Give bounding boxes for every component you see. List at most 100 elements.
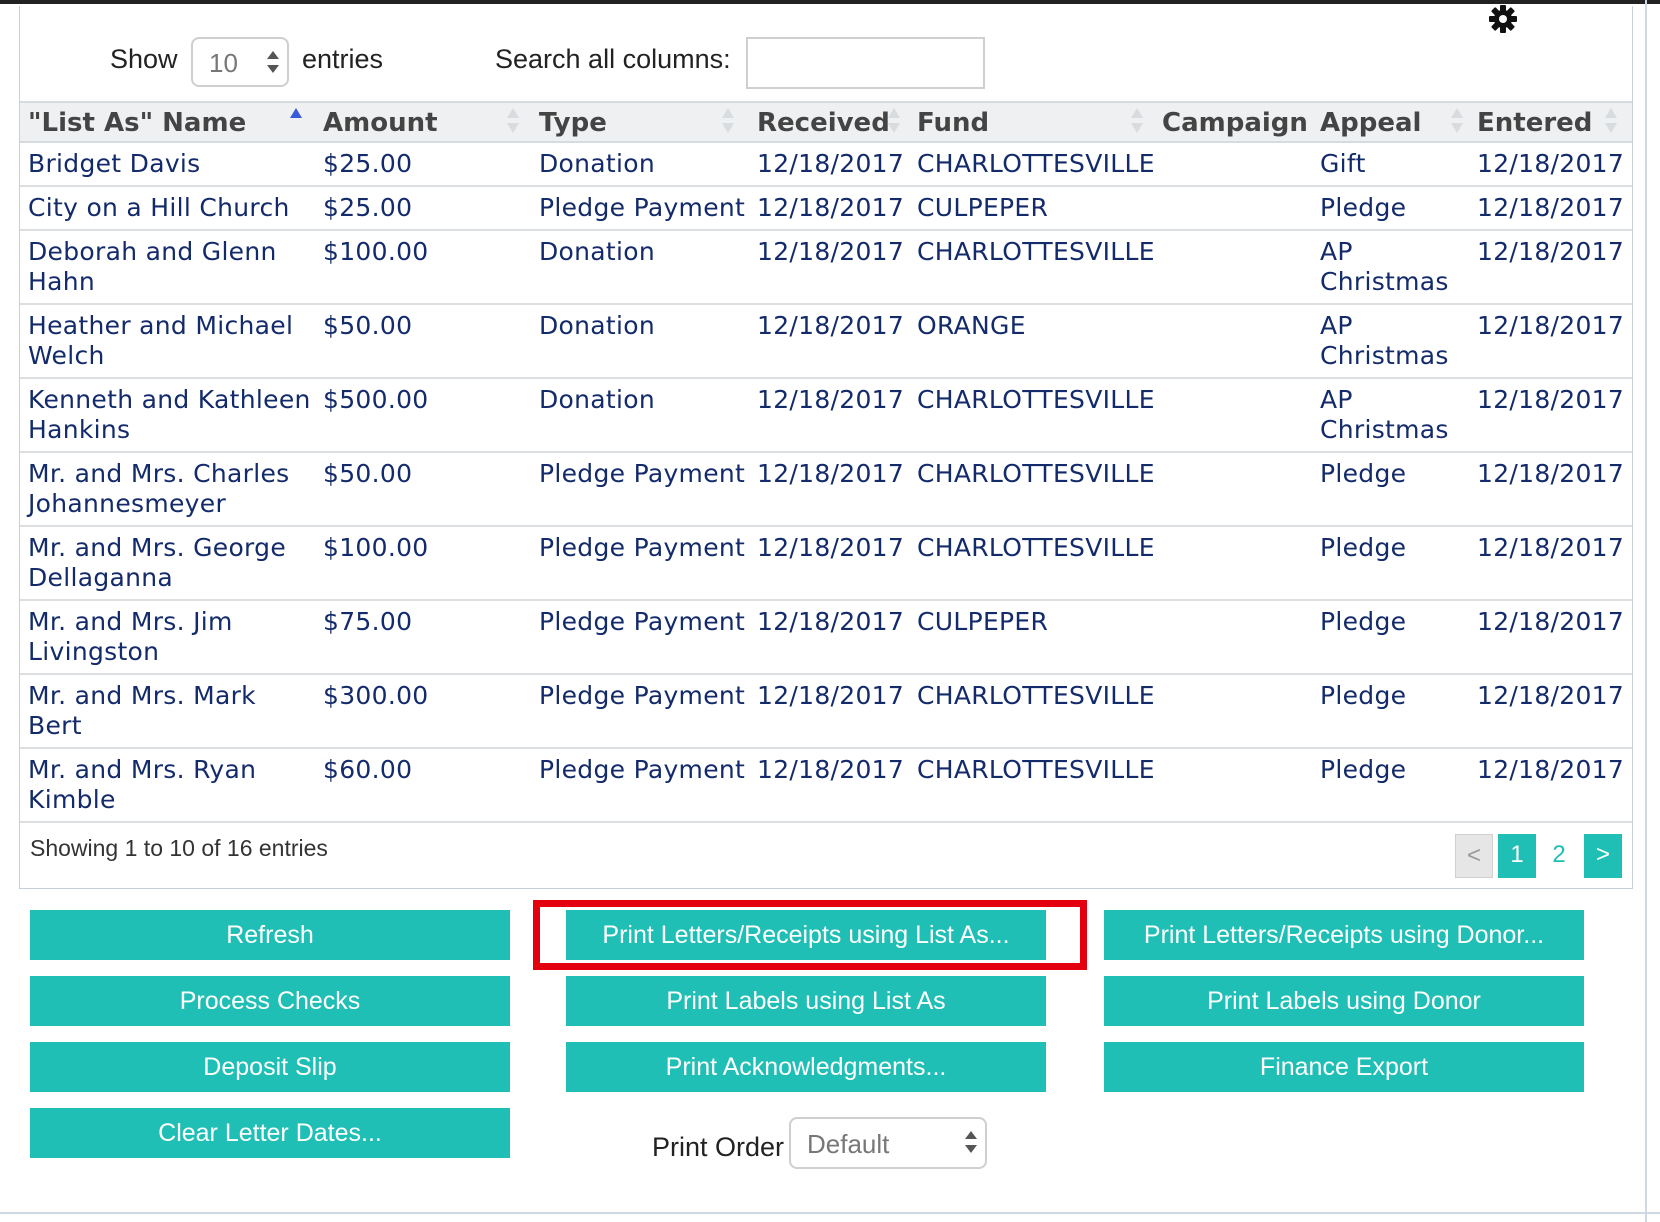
sort-icon[interactable] — [1605, 108, 1617, 136]
cell-received: 12/18/2017 — [757, 607, 905, 636]
cell-name[interactable]: Mr. and Mrs. Ryan — [28, 755, 256, 785]
cell-received: 12/18/2017 — [757, 533, 905, 562]
table-row[interactable]: Mr. and Mrs. Ryan Kimble $60.00 Pledge Paym… — [20, 749, 1632, 823]
cell-type: Pledge Payment — [539, 459, 746, 488]
cell-entered: 12/18/2017 — [1477, 149, 1625, 178]
clear-letter-dates-button[interactable]: Clear Letter Dates... — [30, 1108, 510, 1158]
print-order-select[interactable]: Default — [789, 1117, 987, 1169]
table-row[interactable]: Deborah and Glenn Hahn $100.00 Donation 12/1… — [20, 231, 1632, 305]
column-amount-header[interactable]: Amount — [323, 108, 438, 138]
sort-icon[interactable] — [290, 108, 302, 136]
cell-type: Donation — [539, 311, 655, 340]
sort-icon[interactable] — [1131, 108, 1143, 136]
cell-name[interactable]: Mr. and Mrs. Charles — [28, 459, 289, 489]
cell-amount: $25.00 — [323, 149, 413, 178]
pagination-page-1[interactable]: 1 — [1498, 834, 1536, 878]
column-type-header[interactable]: Type — [539, 108, 607, 138]
cell-entered: 12/18/2017 — [1477, 681, 1625, 710]
sort-icon[interactable] — [507, 108, 519, 136]
cell-type: Pledge Payment — [539, 755, 746, 784]
page-length-select[interactable]: 10 — [191, 37, 289, 87]
cell-name[interactable]: Kenneth and Kathleen — [28, 385, 311, 415]
table-row[interactable]: Mr. and Mrs. Charles Johannesmeyer $50.00 P… — [20, 453, 1632, 527]
cell-received: 12/18/2017 — [757, 681, 905, 710]
finance-export-button[interactable]: Finance Export — [1104, 1042, 1584, 1092]
cell-name[interactable]: Mr. and Mrs. Mark — [28, 681, 256, 711]
process-checks-button[interactable]: Process Checks — [30, 976, 510, 1026]
cell-name[interactable]: Livingston — [28, 637, 159, 667]
sort-icon[interactable] — [1451, 108, 1463, 136]
cell-received: 12/18/2017 — [757, 459, 905, 488]
table-header: "List As" Name Amount Type Received Fund Camp… — [20, 101, 1632, 143]
cell-appeal: Christmas — [1320, 267, 1449, 296]
cell-entered: 12/18/2017 — [1477, 237, 1625, 266]
table-row[interactable]: Mr. and Mrs. Jim Livingston $75.00 Pledge P… — [20, 601, 1632, 675]
cell-fund: CHARLOTTESVILLE — [917, 681, 1155, 710]
table-row[interactable]: Kenneth and Kathleen Hankins $500.00 Donati… — [20, 379, 1632, 453]
cell-entered: 12/18/2017 — [1477, 385, 1625, 414]
cell-name[interactable]: Mr. and Mrs. George — [28, 533, 286, 563]
column-fund-header[interactable]: Fund — [917, 108, 989, 138]
pagination-page-2[interactable]: 2 — [1540, 834, 1578, 878]
cell-amount: $300.00 — [323, 681, 429, 710]
search-label: Search all columns: — [495, 44, 731, 74]
refresh-button[interactable]: Refresh — [30, 910, 510, 960]
column-received-header[interactable]: Received — [757, 108, 890, 138]
cell-amount: $75.00 — [323, 607, 413, 636]
table-row[interactable]: City on a Hill Church $25.00 Pledge Paymen… — [20, 187, 1632, 231]
cell-fund: CHARLOTTESVILLE — [917, 755, 1155, 784]
column-name-header[interactable]: "List As" Name — [28, 108, 246, 138]
cell-amount: $50.00 — [323, 311, 413, 340]
deposit-slip-button[interactable]: Deposit Slip — [30, 1042, 510, 1092]
cell-received: 12/18/2017 — [757, 237, 905, 266]
cell-fund: ORANGE — [917, 311, 1026, 340]
column-entered-header[interactable]: Entered — [1477, 108, 1592, 138]
cell-name[interactable]: Kimble — [28, 785, 116, 815]
sort-icon[interactable] — [888, 108, 900, 136]
table-row[interactable]: Bridget Davis $25.00 Donation 12/18/2017 CHA… — [20, 143, 1632, 187]
cell-name[interactable]: Dellaganna — [28, 563, 173, 593]
table-row[interactable]: Heather and Michael Welch $50.00 Donation 12… — [20, 305, 1632, 379]
cell-name[interactable]: Mr. and Mrs. Jim — [28, 607, 233, 637]
bottom-divider — [0, 1212, 1660, 1214]
table-info: Showing 1 to 10 of 16 entries — [30, 835, 328, 861]
cell-received: 12/18/2017 — [757, 149, 905, 178]
print-letters-donor-button[interactable]: Print Letters/Receipts using Donor... — [1104, 910, 1584, 960]
search-input[interactable] — [746, 37, 985, 89]
cell-type: Donation — [539, 149, 655, 178]
cell-name[interactable]: Bert — [28, 711, 82, 741]
print-order-value: Default — [807, 1129, 890, 1159]
cell-name[interactable]: Hahn — [28, 267, 95, 297]
cell-received: 12/18/2017 — [757, 311, 905, 340]
cell-name[interactable]: Heather and Michael — [28, 311, 293, 341]
page-length-value: 10 — [209, 48, 238, 78]
cell-amount: $100.00 — [323, 533, 429, 562]
cell-appeal: Pledge — [1320, 755, 1407, 784]
cell-name[interactable]: Deborah and Glenn — [28, 237, 277, 267]
select-arrows-icon — [965, 1131, 977, 1157]
cell-name[interactable]: Welch — [28, 341, 105, 371]
print-labels-donor-button[interactable]: Print Labels using Donor — [1104, 976, 1584, 1026]
cell-amount: $500.00 — [323, 385, 429, 414]
column-appeal-header[interactable]: Appeal — [1320, 108, 1421, 138]
table-row[interactable]: Mr. and Mrs. Mark Bert $300.00 Pledge Payme… — [20, 675, 1632, 749]
print-labels-list-as-button[interactable]: Print Labels using List As — [566, 976, 1046, 1026]
cell-appeal: Christmas — [1320, 415, 1449, 444]
pagination-prev-button[interactable]: < — [1455, 834, 1493, 878]
cell-fund: CHARLOTTESVILLE — [917, 459, 1155, 488]
table-row[interactable]: Mr. and Mrs. George Dellaganna $100.00 Pled… — [20, 527, 1632, 601]
cell-type: Pledge Payment — [539, 533, 746, 562]
print-acknowledgments-button[interactable]: Print Acknowledgments... — [566, 1042, 1046, 1092]
cell-name[interactable]: City on a Hill Church — [28, 193, 290, 223]
column-campaign-header[interactable]: Campaign — [1162, 108, 1308, 138]
print-order-label: Print Order — [652, 1132, 785, 1162]
cell-name[interactable]: Johannesmeyer — [28, 489, 226, 519]
cell-appeal: Gift — [1320, 149, 1366, 178]
cell-amount: $50.00 — [323, 459, 413, 488]
cell-name[interactable]: Hankins — [28, 415, 130, 445]
right-scroll-edge — [1645, 0, 1647, 1222]
sort-icon[interactable] — [722, 108, 734, 136]
cell-appeal: AP — [1320, 311, 1353, 340]
cell-name[interactable]: Bridget Davis — [28, 149, 200, 179]
pagination-next-button[interactable]: > — [1584, 834, 1622, 878]
